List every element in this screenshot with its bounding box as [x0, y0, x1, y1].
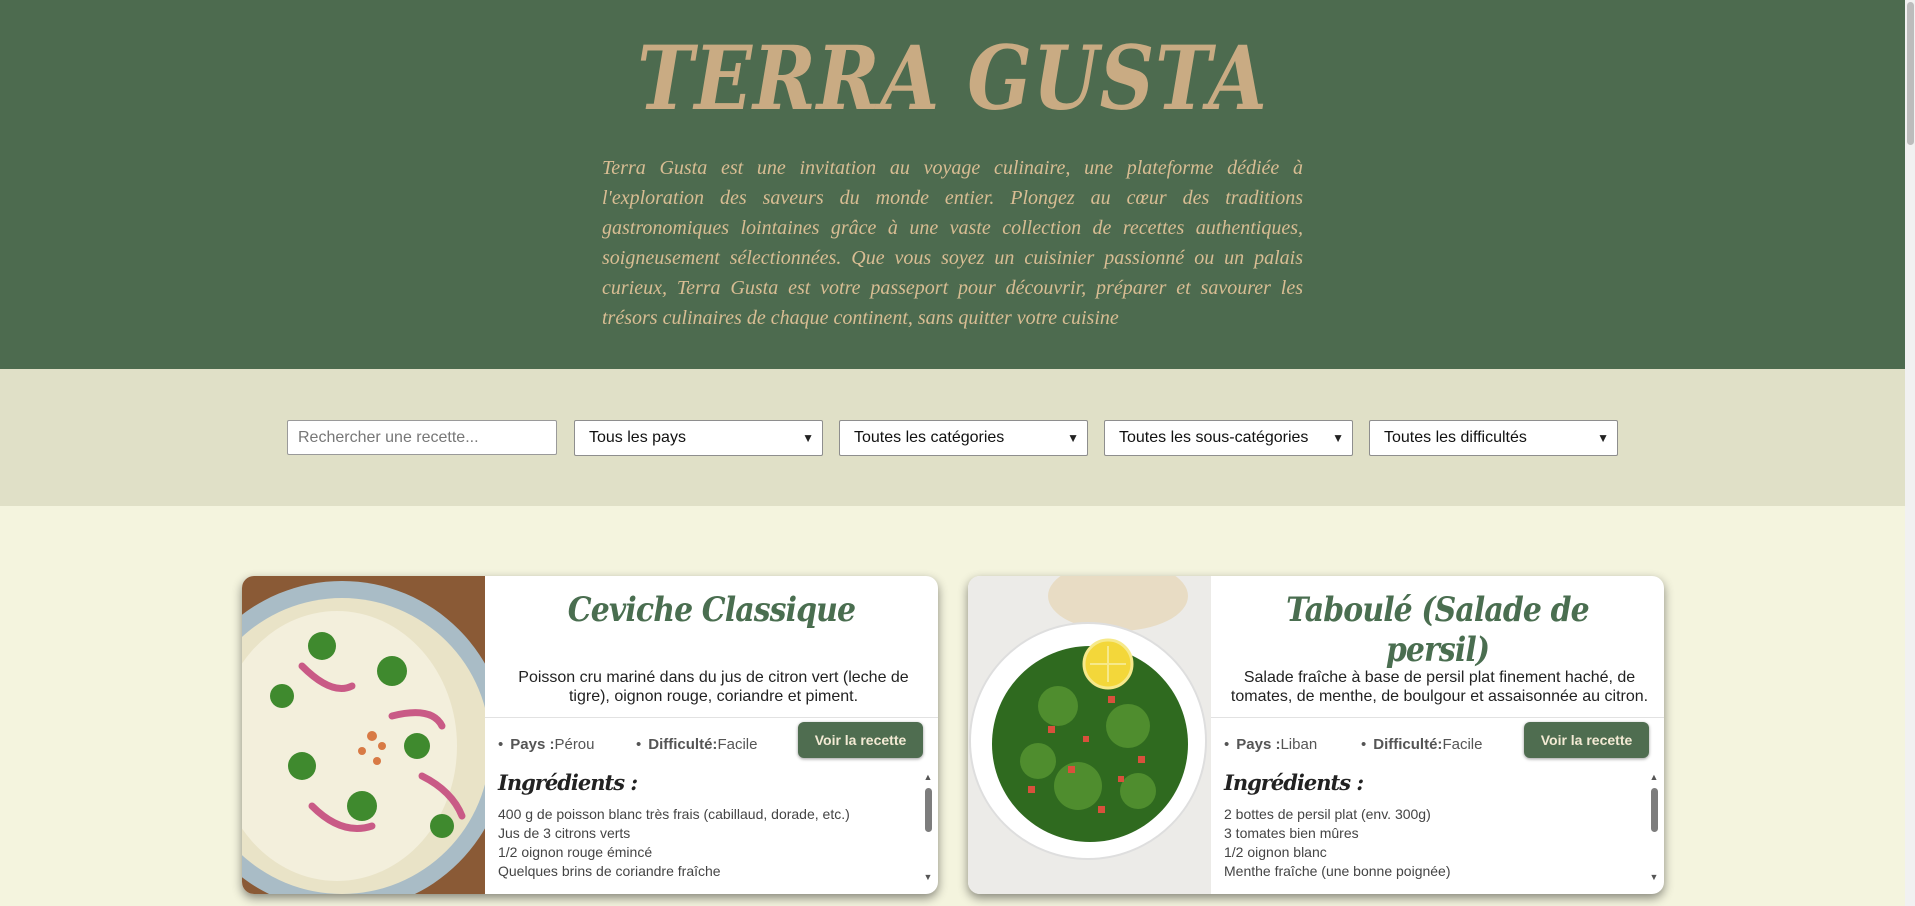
- scrollbar-thumb[interactable]: [1651, 788, 1658, 832]
- ingredients-heading: Ingrédients :: [498, 770, 638, 795]
- chevron-down-icon: ▼: [1597, 431, 1609, 445]
- ingredients-list: 400 g de poisson blanc très frais (cabil…: [498, 805, 928, 881]
- ingredients-scrollbar[interactable]: ▲ ▼: [922, 772, 934, 882]
- recipe-difficulty: • Difficulté:Facile: [1361, 736, 1483, 753]
- difficulty-value: Facile: [717, 736, 758, 753]
- list-item: Quelques brins de coriandre fraîche: [498, 863, 721, 879]
- list-item: 400 g de poisson blanc très frais (cabil…: [498, 806, 850, 822]
- country-label: Pays :: [510, 736, 555, 753]
- category-select[interactable]: Toutes les catégories ▼: [839, 420, 1088, 456]
- list-item: 1/2 oignon rouge émincé: [498, 844, 653, 860]
- list-item: Jus de 3 citrons verts: [498, 825, 631, 841]
- recipe-country: • Pays :Pérou: [498, 736, 595, 753]
- page-scrollbar-thumb[interactable]: [1907, 2, 1914, 145]
- divider: [1211, 717, 1664, 718]
- ceviche-photo: [242, 576, 485, 894]
- recipe-card[interactable]: Ceviche Classique Poisson cru mariné dan…: [242, 576, 938, 894]
- scroll-up-icon[interactable]: ▲: [922, 772, 934, 782]
- difficulty-label: Difficulté:: [648, 736, 718, 753]
- subcategory-select[interactable]: Toutes les sous-catégories ▼: [1104, 420, 1353, 456]
- ingredients-heading: Ingrédients :: [1224, 770, 1364, 795]
- page-scrollbar[interactable]: [1905, 0, 1915, 906]
- recipe-difficulty: • Difficulté:Facile: [636, 736, 758, 753]
- scrollbar-thumb[interactable]: [925, 788, 932, 832]
- divider: [485, 717, 938, 718]
- scroll-down-icon[interactable]: ▼: [922, 872, 934, 882]
- scroll-up-icon[interactable]: ▲: [1648, 772, 1660, 782]
- chevron-down-icon: ▼: [1332, 431, 1344, 445]
- site-title: TERRA GUSTA: [637, 26, 1268, 130]
- view-recipe-button[interactable]: Voir la recette: [1524, 722, 1649, 758]
- list-item: Menthe fraîche (une bonne poignée): [1224, 863, 1451, 879]
- recipe-card[interactable]: Taboulé (Salade de persil) Salade fraîch…: [968, 576, 1664, 894]
- chevron-down-icon: ▼: [802, 431, 814, 445]
- difficulty-value: Facile: [1442, 736, 1483, 753]
- list-item: 2 bottes de persil plat (env. 300g): [1224, 806, 1431, 822]
- ingredients-list: 2 bottes de persil plat (env. 300g) 3 to…: [1224, 805, 1654, 881]
- ingredients-scrollbar[interactable]: ▲ ▼: [1648, 772, 1660, 882]
- country-select[interactable]: Tous les pays ▼: [574, 420, 823, 456]
- recipe-description: Poisson cru mariné dans du jus de citron…: [518, 669, 909, 705]
- difficulty-label: Difficulté:: [1373, 736, 1443, 753]
- recipe-description: Salade fraîche à base de persil plat fin…: [1230, 669, 1649, 705]
- category-select-value: Toutes les catégories: [854, 429, 1005, 446]
- country-label: Pays :: [1236, 736, 1281, 753]
- search-input[interactable]: [287, 420, 557, 455]
- subcategory-select-value: Toutes les sous-catégories: [1119, 429, 1309, 446]
- list-item: 3 tomates bien mûres: [1224, 825, 1359, 841]
- difficulty-select-value: Toutes les difficultés: [1384, 429, 1527, 446]
- country-select-value: Tous les pays: [589, 429, 686, 446]
- recipe-title: Taboulé (Salade de persil): [1286, 590, 1590, 670]
- difficulty-select[interactable]: Toutes les difficultés ▼: [1369, 420, 1618, 456]
- chevron-down-icon: ▼: [1067, 431, 1079, 445]
- taboule-photo: [968, 576, 1211, 894]
- country-value: Pérou: [554, 736, 595, 753]
- country-value: Liban: [1280, 736, 1318, 753]
- site-intro: Terra Gusta est une invitation au voyage…: [602, 157, 1303, 329]
- view-recipe-button[interactable]: Voir la recette: [798, 722, 923, 758]
- list-item: 1/2 oignon blanc: [1224, 844, 1327, 860]
- recipe-country: • Pays :Liban: [1224, 736, 1318, 753]
- recipe-title: Ceviche Classique: [567, 590, 856, 630]
- scroll-down-icon[interactable]: ▼: [1648, 872, 1660, 882]
